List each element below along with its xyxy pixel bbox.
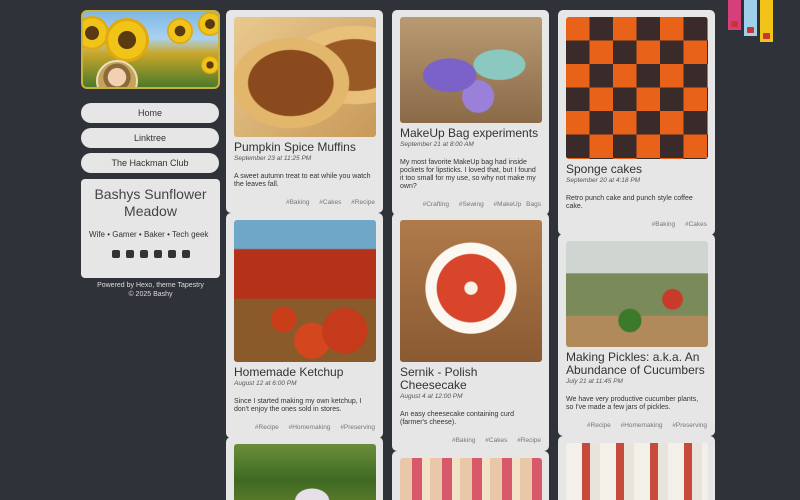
discord-icon[interactable] — [139, 250, 148, 258]
post-excerpt: Retro punch cake and punch style coffee … — [566, 195, 693, 210]
nav-home-button[interactable]: Home — [81, 103, 219, 123]
post-tags: #Crafting #Sewing #MakeUp Bags — [400, 201, 541, 208]
post-date: September 20 at 4:18 PM — [566, 177, 641, 184]
sidebar: Home Linktree The Hackman Club Bashys Su… — [81, 10, 220, 299]
ribbon-blue[interactable] — [744, 0, 757, 36]
post-date: September 21 at 8:00 AM — [400, 141, 474, 148]
post-card[interactable]: Homemade Ketchup August 12 at 6:00 PM Si… — [226, 213, 383, 438]
post-excerpt: My most favorite MakeUp bag had inside p… — [400, 159, 536, 190]
post-excerpt: A sweet autumn treat to eat while you wa… — [234, 173, 371, 188]
post-card[interactable]: Making Pickles: a.k.a. An Abundance of C… — [558, 234, 715, 436]
nav-hackman-club-button[interactable]: The Hackman Club — [81, 153, 219, 173]
post-card[interactable]: Pumpkin Spice Muffins September 23 at 11… — [226, 10, 383, 213]
post-card[interactable] — [558, 436, 715, 500]
post-card[interactable]: Sernik - Polish Cheesecake August 4 at 1… — [392, 213, 549, 451]
tag-link[interactable]: #Crafting — [423, 201, 449, 208]
social-links — [89, 250, 212, 258]
copyright-text: © 2025 Bashy — [128, 291, 173, 298]
post-excerpt: Since I started making my own ketchup, I… — [234, 398, 362, 413]
pastries-image[interactable] — [400, 458, 542, 500]
about-box: Bashys Sunflower Meadow Wife • Gamer • B… — [81, 179, 220, 278]
tag-link[interactable]: #Homemaking — [289, 424, 331, 431]
cupcakes-image[interactable] — [566, 443, 708, 500]
sponge-cakes-image[interactable] — [566, 17, 708, 159]
ketchup-image[interactable] — [234, 220, 376, 362]
site-tagline: Wife • Gamer • Baker • Tech geek — [89, 230, 209, 239]
tag-link[interactable]: #Baking — [452, 437, 476, 444]
post-title[interactable]: Pumpkin Spice Muffins — [234, 141, 375, 154]
tag-link[interactable]: #Preserving — [672, 422, 707, 429]
tag-link[interactable]: #Homemaking — [621, 422, 663, 429]
avatar[interactable] — [96, 60, 138, 87]
site-title: Bashys Sunflower Meadow — [94, 186, 207, 219]
tag-link[interactable]: #Cakes — [685, 221, 707, 228]
linkedin-icon[interactable] — [153, 250, 162, 258]
ribbon-yellow[interactable] — [760, 0, 773, 42]
ribbon-pink[interactable] — [728, 0, 741, 30]
instagram-icon[interactable] — [125, 250, 134, 258]
powered-by-text: Powered by Hexo, theme Tapestry — [97, 282, 204, 289]
post-tags: #Baking #Cakes — [566, 221, 707, 228]
post-date: September 23 at 11:25 PM — [234, 155, 312, 162]
nav-linktree-button[interactable]: Linktree — [81, 128, 219, 148]
tag-link[interactable]: #Recipe — [587, 422, 611, 429]
muffins-image[interactable] — [234, 17, 376, 137]
post-date: July 21 at 11:45 PM — [566, 378, 623, 385]
tag-link[interactable]: #Cakes — [485, 437, 507, 444]
post-date: August 4 at 12:00 PM — [400, 393, 463, 400]
post-tags: #Baking #Cakes #Recipe — [234, 199, 375, 206]
mastodon-icon[interactable] — [111, 250, 120, 258]
post-card[interactable]: MakeUp Bag experiments September 21 at 8… — [392, 10, 549, 215]
post-title[interactable]: Sernik - Polish Cheesecake — [400, 366, 541, 392]
footer: Powered by Hexo, theme Tapestry © 2025 B… — [81, 281, 220, 299]
post-tags: #Recipe #Homemaking #Preserving — [566, 422, 707, 429]
tag-link[interactable]: #Recipe — [351, 199, 375, 206]
pickles-image[interactable] — [566, 241, 708, 347]
rss-icon[interactable] — [181, 250, 190, 258]
post-excerpt: We have very productive cucumber plants,… — [566, 396, 699, 411]
tag-link[interactable]: #Baking — [652, 221, 676, 228]
tag-link[interactable]: #Sewing — [459, 201, 484, 208]
post-title[interactable]: Making Pickles: a.k.a. An Abundance of C… — [566, 351, 707, 377]
tag-link[interactable]: #Recipe — [255, 424, 279, 431]
post-title[interactable]: MakeUp Bag experiments — [400, 127, 541, 140]
post-card[interactable]: Sponge cakes September 20 at 4:18 PM Ret… — [558, 10, 715, 235]
tag-link[interactable]: #Preserving — [340, 424, 375, 431]
post-card[interactable] — [392, 451, 549, 500]
cheesecake-image[interactable] — [400, 220, 542, 362]
tag-link[interactable]: #Recipe — [517, 437, 541, 444]
paypal-icon[interactable] — [167, 250, 176, 258]
tag-link[interactable]: #Cakes — [319, 199, 341, 206]
post-tags: #Recipe #Homemaking #Preserving — [234, 424, 375, 431]
post-title[interactable]: Sponge cakes — [566, 163, 707, 176]
post-tags: #Baking #Cakes #Recipe — [400, 437, 541, 444]
tag-link[interactable]: #Baking — [286, 199, 310, 206]
post-excerpt: An easy cheesecake containing curd (farm… — [400, 411, 515, 426]
makeup-bags-image[interactable] — [400, 17, 542, 123]
post-date: August 12 at 6:00 PM — [234, 380, 297, 387]
post-card[interactable] — [226, 437, 383, 500]
garden-image[interactable] — [234, 444, 376, 500]
post-title[interactable]: Homemade Ketchup — [234, 366, 375, 379]
sunflower-banner — [81, 10, 220, 89]
tag-link[interactable]: #MakeUp Bags — [494, 201, 541, 208]
